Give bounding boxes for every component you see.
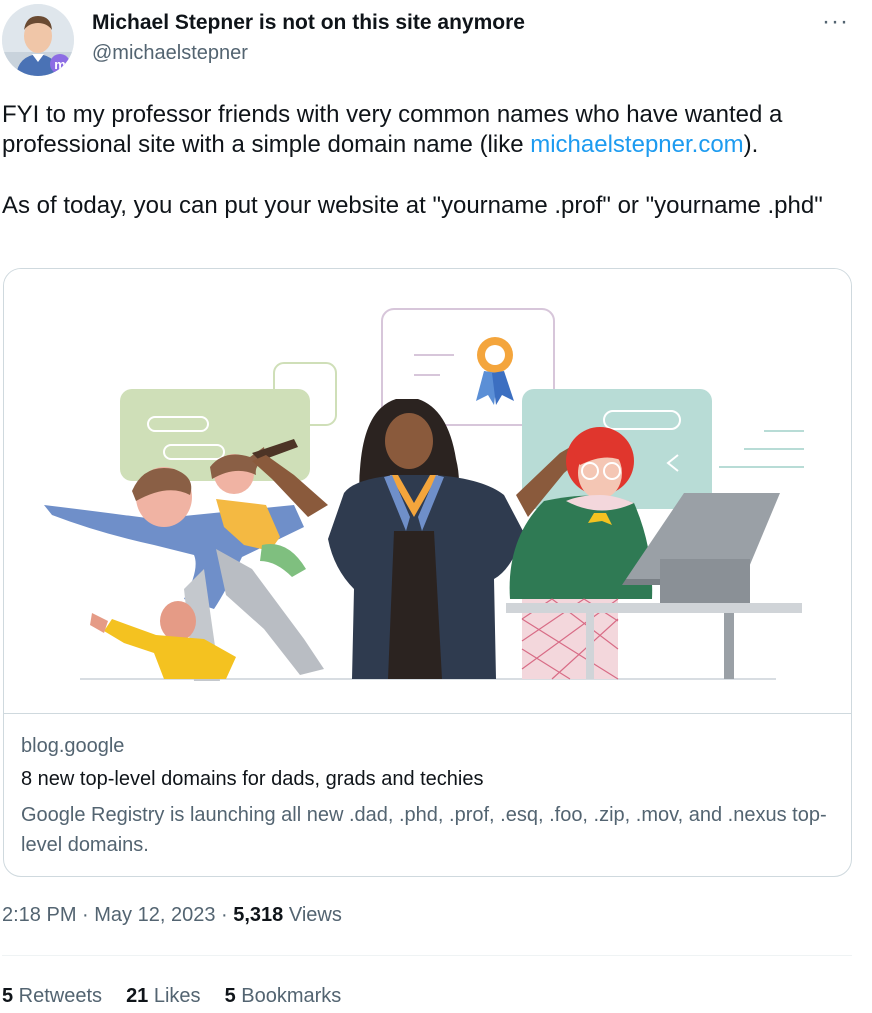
- likes-count: 21: [126, 985, 149, 1007]
- tweet-metadata: 2:18 PM · May 12, 2023 · 5,318 Views: [2, 904, 342, 927]
- engagement-stats: 5 Retweets 21 Likes 5 Bookmarks: [2, 985, 365, 1008]
- tweet-time[interactable]: 2:18 PM: [2, 904, 76, 926]
- likes-stat[interactable]: 21 Likes: [126, 985, 201, 1007]
- link-preview-card[interactable]: blog.google 8 new top-level domains for …: [3, 268, 852, 877]
- views-label: Views: [283, 904, 342, 926]
- svg-text:m: m: [54, 57, 66, 72]
- author-handle[interactable]: @michaelstepner: [92, 42, 248, 65]
- separator: ·: [215, 904, 234, 926]
- tweet-date[interactable]: May 12, 2023: [94, 904, 215, 926]
- card-description: Google Registry is launching all new .da…: [21, 804, 827, 856]
- card-image[interactable]: [4, 269, 851, 713]
- bookmarks-label: Bookmarks: [235, 985, 342, 1007]
- author-display-name[interactable]: Michael Stepner is not on this site anym…: [92, 11, 525, 35]
- likes-label: Likes: [148, 985, 201, 1007]
- tweet-text-suffix: ).: [743, 131, 759, 158]
- tweet-text-paragraph-2: As of today, you can put your website at…: [2, 192, 823, 219]
- bookmarks-stat[interactable]: 5 Bookmarks: [225, 985, 342, 1007]
- card-title: 8 new top-level domains for dads, grads …: [21, 768, 484, 790]
- card-domain: blog.google: [21, 735, 125, 757]
- bookmarks-count: 5: [224, 985, 236, 1007]
- avatar[interactable]: m: [2, 4, 74, 76]
- more-horizontal-icon[interactable]: ···: [822, 8, 849, 36]
- card-meta: blog.google 8 new top-level domains for …: [4, 713, 851, 876]
- tweet-text-paragraph-1: FYI to my professor friends with very co…: [2, 100, 862, 160]
- illustration-icon: [4, 269, 851, 713]
- divider: [2, 955, 852, 956]
- profile-photo-icon: m: [2, 4, 74, 76]
- retweets-stat[interactable]: 5 Retweets: [2, 985, 102, 1007]
- retweets-label: Retweets: [13, 985, 103, 1007]
- views-count: 5,318: [233, 904, 284, 926]
- tweet-link[interactable]: michaelstepner.com: [530, 131, 743, 158]
- separator: ·: [76, 904, 95, 926]
- retweets-count: 5: [2, 985, 14, 1007]
